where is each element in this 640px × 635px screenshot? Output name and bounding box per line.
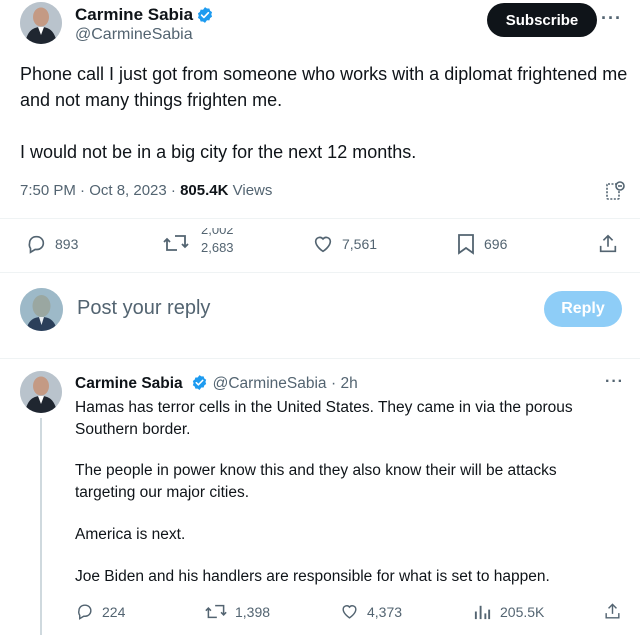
reply-like-count: 4,373 (367, 603, 403, 620)
reply-author-name[interactable]: Carmine Sabia (75, 375, 183, 392)
tweet-text-paragraph-2: I would not be in a big city for the nex… (20, 142, 417, 162)
reply-action[interactable]: 893 (25, 233, 78, 255)
more-options-icon[interactable]: ··· (601, 8, 622, 29)
tweet-timestamp[interactable]: 7:50 PM · Oct 8, 2023 · (20, 182, 176, 199)
views-label: Views (232, 182, 273, 199)
like-count: 7,561 (342, 236, 378, 252)
reply-text-paragraph-4: Joe Biden and his handlers are responsib… (75, 568, 550, 585)
reply-repost-action[interactable]: 1,398 (205, 602, 270, 621)
heart-icon (342, 605, 357, 619)
reply-icon (78, 604, 92, 620)
reply-text-paragraph-1: Hamas has terror cells in the United Sta… (75, 399, 573, 438)
repost-count: 2,683 (201, 240, 234, 255)
views-count: 805.4K (180, 182, 229, 199)
tweet-meta: 7:50 PM · Oct 8, 2023 · 805.4K Views (20, 182, 272, 199)
author-handle[interactable]: @CarmineSabia (75, 26, 193, 44)
author-name[interactable]: Carmine Sabia (75, 5, 193, 25)
reply-time[interactable]: · 2h (331, 375, 358, 392)
reply-more-options-icon[interactable]: ··· (605, 373, 624, 391)
reply-repost-count: 1,398 (235, 603, 271, 620)
views-chart-icon (474, 605, 491, 620)
divider (0, 272, 640, 273)
repost-icon (205, 604, 227, 619)
bookmark-count: 696 (484, 236, 508, 252)
reply-count: 893 (55, 236, 79, 252)
heart-icon (314, 236, 332, 253)
repost-icon (163, 235, 189, 251)
reply-author-avatar[interactable] (20, 371, 62, 413)
reply-button[interactable]: Reply (544, 291, 622, 327)
reply-views-count: 205.5K (500, 603, 545, 620)
reply-header: Carmine Sabia @CarmineSabia · 2h (75, 374, 358, 396)
like-action[interactable]: 7,561 (312, 233, 377, 255)
repost-action[interactable]: 2,002 2,683 (163, 228, 234, 258)
analytics-icon[interactable] (604, 180, 626, 207)
bookmark-action[interactable]: 696 (456, 233, 507, 255)
reply-views-action[interactable]: 205.5K (473, 602, 544, 621)
reply-reply-action[interactable]: 224 (75, 602, 125, 621)
divider (0, 358, 640, 359)
reply-text-paragraph-2: The people in power know this and they a… (75, 462, 557, 501)
repost-count-previous: 2,002 (201, 228, 234, 237)
tweet-text-paragraph-1: Phone call I just got from someone who w… (20, 64, 628, 110)
reply-input[interactable]: Post your reply (77, 297, 517, 320)
reply-text-paragraph-3: America is next. (75, 526, 186, 543)
current-user-avatar[interactable] (20, 288, 63, 331)
reply-reply-count: 224 (102, 603, 126, 620)
reply-like-action[interactable]: 4,373 (340, 602, 402, 621)
reply-author-handle[interactable]: @CarmineSabia (213, 375, 327, 392)
reply-icon (28, 235, 45, 254)
divider (0, 218, 640, 219)
share-icon[interactable] (597, 233, 619, 260)
verified-badge-icon (191, 374, 208, 396)
author-avatar[interactable] (20, 2, 62, 44)
bookmark-icon (458, 234, 474, 255)
verified-badge-icon (196, 6, 214, 29)
thread-connector (40, 418, 42, 635)
subscribe-button[interactable]: Subscribe (487, 3, 597, 37)
reply-share-icon[interactable] (603, 602, 622, 626)
